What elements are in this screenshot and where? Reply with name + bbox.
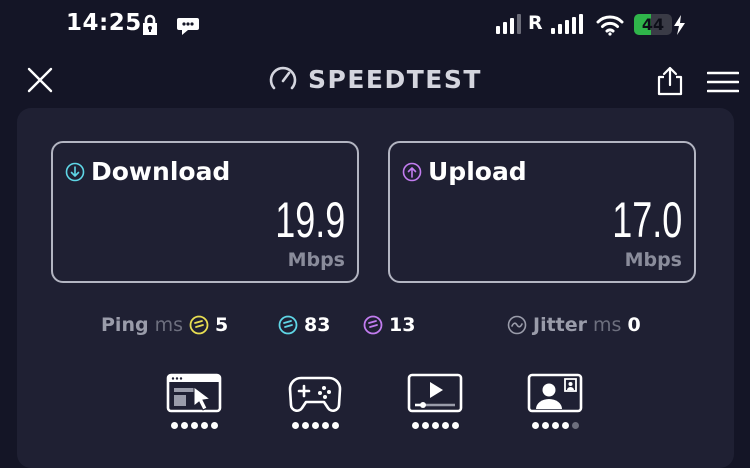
rating-dot	[431, 422, 439, 429]
lock-icon	[143, 14, 157, 35]
rating-dots	[164, 422, 224, 429]
gaming-controller-icon	[288, 376, 342, 412]
gaming-rating[interactable]	[285, 373, 345, 429]
charging-bolt-icon	[674, 15, 685, 35]
rating-dot	[421, 422, 429, 429]
rating-dot	[451, 422, 459, 429]
rating-dot	[571, 422, 579, 429]
app-header: SPEEDTEST	[0, 52, 750, 108]
download-result: Download 19.9 Mbps	[51, 141, 359, 283]
battery-level: 44	[641, 15, 665, 34]
download-unit: Mbps	[287, 249, 345, 271]
download-speed: 19.9	[274, 192, 345, 248]
upload-label: Upload	[428, 157, 527, 186]
ping-idle-value: 5	[215, 314, 229, 336]
ping-upload: 13	[363, 314, 415, 336]
share-icon[interactable]	[655, 65, 685, 97]
jitter-unit: ms	[593, 314, 622, 336]
jitter-label: Jitter	[533, 314, 588, 336]
latency-row: Ping ms 5 83 13 Jitter ms 0	[17, 310, 734, 340]
ping-unit: ms	[154, 314, 183, 336]
roaming-indicator: R	[528, 12, 543, 34]
rating-dot	[541, 422, 549, 429]
signal-icon	[551, 14, 583, 34]
close-icon[interactable]	[26, 66, 54, 94]
rating-dot	[551, 422, 559, 429]
rating-dots	[285, 422, 345, 429]
battery-icon: 44	[634, 14, 672, 35]
jitter: Jitter ms 0	[507, 314, 641, 336]
video-call-rating[interactable]	[525, 373, 585, 429]
brand: SPEEDTEST	[268, 64, 482, 94]
rating-dot	[200, 422, 208, 429]
rating-dots	[405, 422, 465, 429]
menu-icon[interactable]	[707, 71, 739, 93]
rating-dot	[561, 422, 569, 429]
rating-dot	[311, 422, 319, 429]
gauge-icon	[269, 66, 297, 90]
rating-dots	[525, 422, 585, 429]
video-streaming-icon	[407, 373, 463, 413]
ping-label: Ping	[101, 314, 149, 336]
rating-dot	[411, 422, 419, 429]
video-call-icon	[527, 373, 583, 413]
rating-dot	[170, 422, 178, 429]
video-streaming-rating[interactable]	[405, 373, 465, 429]
status-bar: 14:25 R 44	[0, 0, 750, 52]
signal-icon	[496, 14, 521, 34]
ping-download-value: 83	[304, 314, 331, 336]
upload-result: Upload 17.0 Mbps	[388, 141, 696, 283]
rating-dot	[190, 422, 198, 429]
upload-latency-icon	[363, 315, 383, 335]
web-browsing-icon	[166, 373, 222, 413]
rating-dot	[321, 422, 329, 429]
rating-dot	[441, 422, 449, 429]
download-label: Download	[91, 157, 231, 186]
rating-dot	[291, 422, 299, 429]
download-arrow-icon	[65, 162, 85, 181]
ping-download: 83	[278, 314, 330, 336]
download-latency-icon	[278, 315, 298, 335]
experience-ratings	[17, 373, 734, 443]
rating-dot	[301, 422, 309, 429]
chat-bubble-icon	[177, 18, 199, 35]
clock: 14:25	[66, 10, 142, 36]
app-title: SPEEDTEST	[308, 64, 482, 94]
wifi-icon	[596, 15, 624, 36]
jitter-value: 0	[627, 314, 641, 336]
upload-unit: Mbps	[624, 249, 682, 271]
idle-latency-icon	[189, 315, 209, 335]
upload-speed: 17.0	[611, 192, 682, 248]
rating-dot	[331, 422, 339, 429]
ping-upload-value: 13	[389, 314, 416, 336]
upload-arrow-icon	[402, 162, 422, 181]
rating-dot	[210, 422, 218, 429]
rating-dot	[180, 422, 188, 429]
ping-idle: Ping ms 5	[101, 314, 228, 336]
results-card: Download 19.9 Mbps Upload 17.0 Mbps Ping…	[17, 108, 734, 468]
rating-dot	[531, 422, 539, 429]
jitter-icon	[507, 315, 527, 335]
web-browsing-rating[interactable]	[164, 373, 224, 429]
